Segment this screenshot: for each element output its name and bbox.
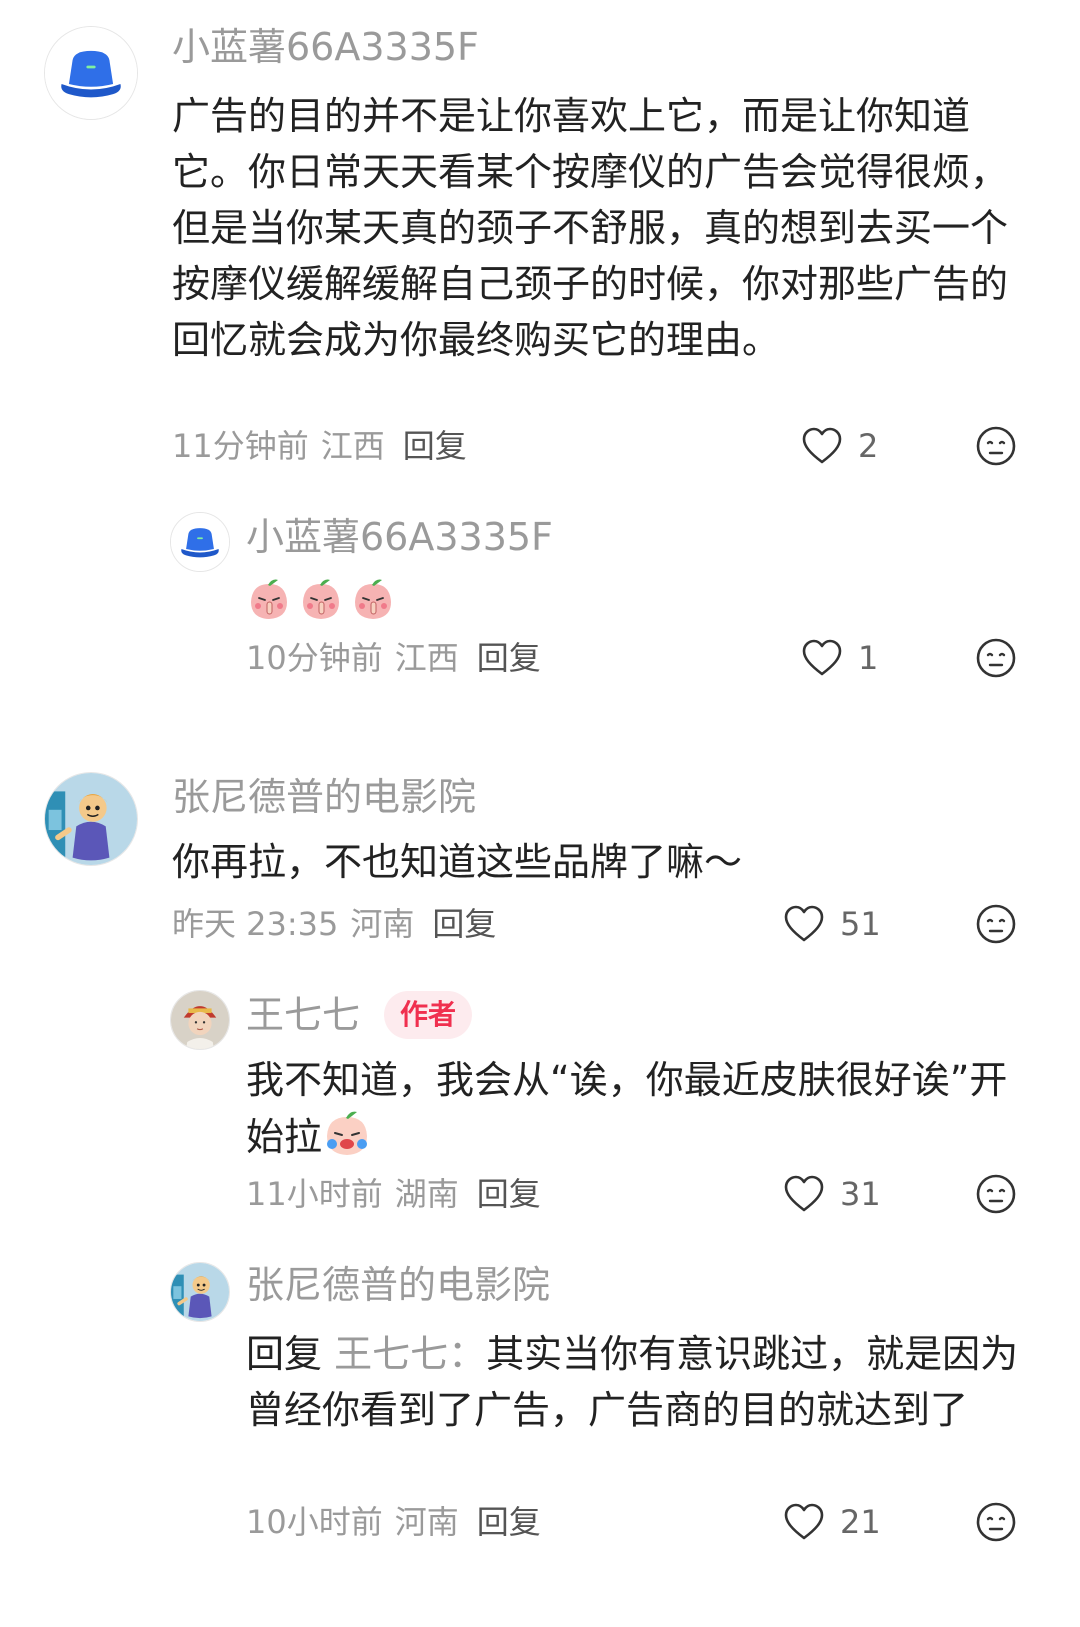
heart-icon <box>782 1172 826 1216</box>
reply-username[interactable]: 小蓝薯66A3335F <box>246 512 553 562</box>
author-badge: 作者 <box>384 991 473 1039</box>
comment-meta: 11分钟前 江西 回复 <box>172 424 467 468</box>
reply-text: 我不知道，我会从“诶，你最近皮肤很好诶”开始拉 <box>246 1052 1036 1165</box>
emoji-reaction-button[interactable] <box>974 424 1018 468</box>
neutral-face-icon <box>974 424 1018 468</box>
avatar[interactable] <box>44 772 138 866</box>
comment-text: 你再拉，不也知道这些品牌了嘛～ <box>172 840 743 884</box>
avatar[interactable] <box>170 512 230 572</box>
peach-shush-sticker <box>298 576 344 622</box>
reply-username[interactable]: 王七七 <box>246 990 360 1040</box>
like-button[interactable]: 21 <box>782 1500 881 1544</box>
reply-prefix: 回复 <box>246 1332 323 1376</box>
person-photo-avatar <box>171 991 229 1049</box>
like-count: 31 <box>840 1175 881 1213</box>
like-count: 2 <box>858 427 879 465</box>
cartoon-character-avatar <box>45 773 137 865</box>
reply-time: 10分钟前 <box>246 639 383 677</box>
comment-region: 河南 <box>350 905 415 943</box>
reply-button[interactable]: 回复 <box>477 1175 541 1213</box>
reply-time: 10小时前 <box>246 1503 383 1541</box>
neutral-face-icon <box>974 1500 1018 1544</box>
emoji-reaction-button[interactable] <box>974 1172 1018 1216</box>
comment-meta: 昨天 23:35 河南 回复 <box>172 902 496 946</box>
reply-stickers <box>246 576 396 622</box>
like-count: 21 <box>840 1503 881 1541</box>
avatar[interactable] <box>170 990 230 1050</box>
reply-region: 湖南 <box>394 1175 459 1213</box>
heart-icon <box>782 1500 826 1544</box>
heart-icon <box>800 424 844 468</box>
like-button[interactable]: 31 <box>782 1172 881 1216</box>
comment-username[interactable]: 小蓝薯66A3335F <box>172 22 479 72</box>
neutral-face-icon <box>974 636 1018 680</box>
reply-button[interactable]: 回复 <box>477 1503 541 1541</box>
reply-username[interactable]: 张尼德普的电影院 <box>246 1260 550 1310</box>
neutral-face-icon <box>974 1172 1018 1216</box>
like-button[interactable]: 2 <box>800 424 878 468</box>
blue-bucket-hat-icon <box>171 513 229 571</box>
reply-meta: 11小时前 湖南 回复 <box>246 1172 541 1216</box>
like-button[interactable]: 51 <box>782 902 881 946</box>
reply-button[interactable]: 回复 <box>403 427 467 465</box>
comment-username[interactable]: 张尼德普的电影院 <box>172 772 476 822</box>
reply-region: 河南 <box>394 1503 459 1541</box>
comment-region: 江西 <box>320 427 385 465</box>
cartoon-character-avatar <box>171 1263 229 1321</box>
reply-text: 回复 王七七：其实当你有意识跳过，就是因为曾经你看到了广告，广告商的目的就达到了 <box>246 1326 1036 1438</box>
heart-icon <box>782 902 826 946</box>
reply-time: 11小时前 <box>246 1175 383 1213</box>
peach-laugh-cry-emoji <box>322 1108 372 1158</box>
reply-button[interactable]: 回复 <box>432 905 496 943</box>
peach-shush-sticker <box>350 576 396 622</box>
comment-time: 11分钟前 <box>172 427 309 465</box>
heart-icon <box>800 636 844 680</box>
avatar[interactable] <box>44 26 138 120</box>
reply-meta: 10小时前 河南 回复 <box>246 1500 541 1544</box>
emoji-reaction-button[interactable] <box>974 636 1018 680</box>
emoji-reaction-button[interactable] <box>974 1500 1018 1544</box>
emoji-reaction-button[interactable] <box>974 902 1018 946</box>
avatar[interactable] <box>170 1262 230 1322</box>
like-count: 51 <box>840 905 881 943</box>
like-count: 1 <box>858 639 879 677</box>
blue-bucket-hat-icon <box>45 27 137 119</box>
comment-time: 昨天 23:35 <box>172 905 339 943</box>
reply-target-user[interactable]: 王七七： <box>334 1332 486 1376</box>
reply-button[interactable]: 回复 <box>477 639 541 677</box>
like-button[interactable]: 1 <box>800 636 878 680</box>
peach-shush-sticker <box>246 576 292 622</box>
neutral-face-icon <box>974 902 1018 946</box>
reply-meta: 10分钟前 江西 回复 <box>246 636 541 680</box>
reply-region: 江西 <box>394 639 459 677</box>
comment-text: 广告的目的并不是让你喜欢上它，而是让你知道它。你日常天天看某个按摩仪的广告会觉得… <box>172 94 1009 362</box>
